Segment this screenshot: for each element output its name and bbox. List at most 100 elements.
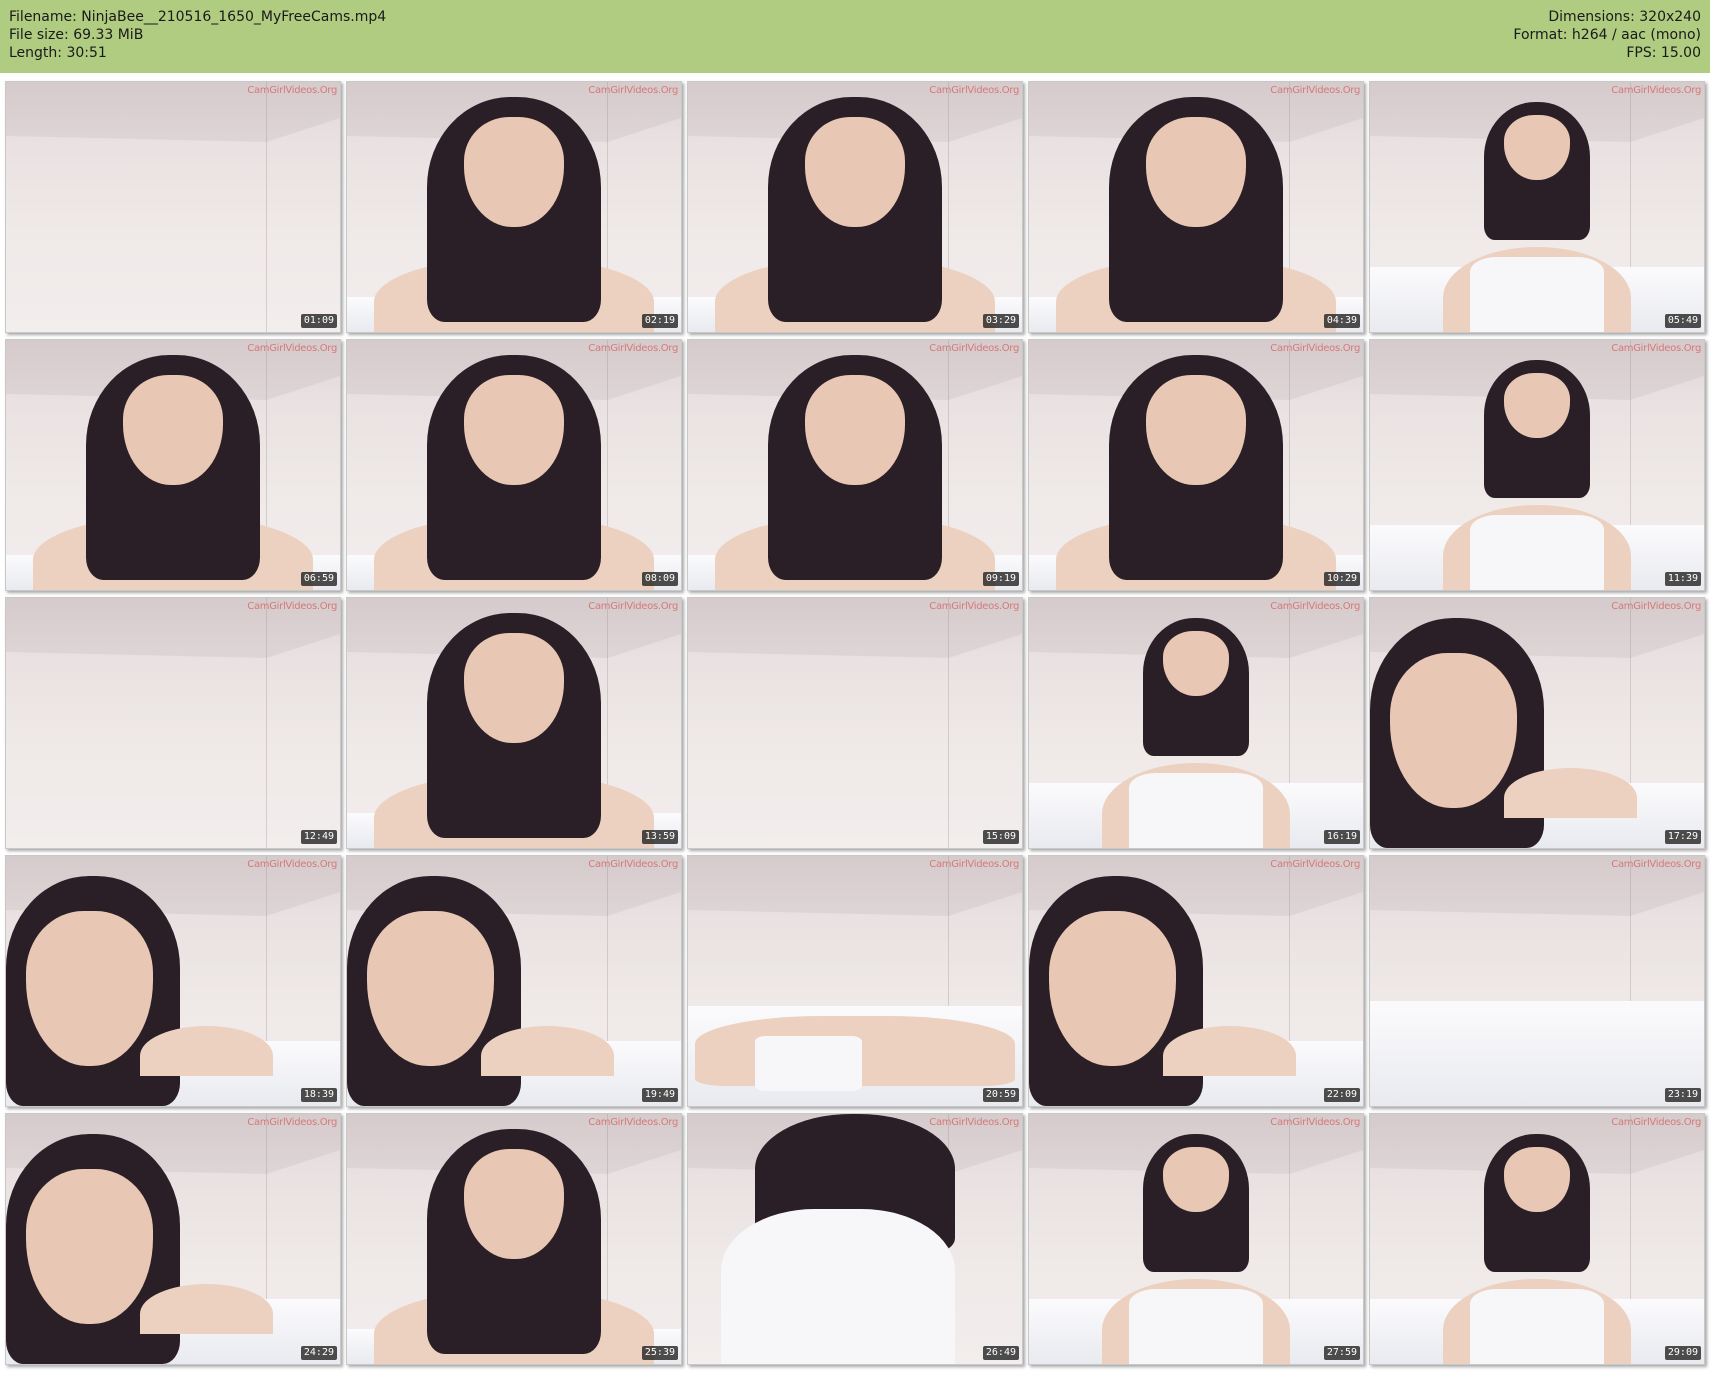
watermark: CamGirlVideos.Org xyxy=(588,601,678,612)
video-thumbnail[interactable]: CamGirlVideos.Org 08:09 xyxy=(346,339,682,591)
thumbnail-timestamp: 29:09 xyxy=(1664,1346,1701,1360)
thumbnail-timestamp: 13:59 xyxy=(641,830,678,844)
frame-figure-face xyxy=(1503,114,1571,180)
video-thumbnail[interactable]: CamGirlVideos.Org 23:19 xyxy=(1369,855,1705,1107)
thumbnail-timestamp: 05:49 xyxy=(1664,314,1701,328)
watermark: CamGirlVideos.Org xyxy=(1270,85,1360,96)
thumbnail-timestamp: 24:29 xyxy=(300,1346,337,1360)
watermark: CamGirlVideos.Org xyxy=(588,859,678,870)
fps-label: FPS: 15.00 xyxy=(1626,45,1701,61)
thumbnail-timestamp: 01:09 xyxy=(300,314,337,328)
thumbnail-timestamp: 08:09 xyxy=(641,572,678,586)
watermark: CamGirlVideos.Org xyxy=(929,85,1019,96)
frame-figure-top xyxy=(1470,1289,1604,1364)
frame-figure-top xyxy=(1129,1289,1263,1364)
thumbnail-timestamp: 25:39 xyxy=(641,1346,678,1360)
format-label: Format: h264 / aac (mono) xyxy=(1513,27,1701,43)
watermark: CamGirlVideos.Org xyxy=(1270,1117,1360,1128)
watermark: CamGirlVideos.Org xyxy=(247,85,337,96)
watermark: CamGirlVideos.Org xyxy=(929,343,1019,354)
video-thumbnail[interactable]: CamGirlVideos.Org 05:49 xyxy=(1369,81,1705,333)
thumbnail-grid: CamGirlVideos.Org 01:09 CamGirlVideos.Org 0… xyxy=(0,81,1710,1365)
video-thumbnail[interactable]: CamGirlVideos.Org 22:09 xyxy=(1028,855,1364,1107)
video-thumbnail[interactable]: CamGirlVideos.Org 16:19 xyxy=(1028,597,1364,849)
thumbnail-timestamp: 15:09 xyxy=(982,830,1019,844)
dimensions-label: Dimensions: 320x240 xyxy=(1548,9,1701,25)
watermark: CamGirlVideos.Org xyxy=(929,601,1019,612)
thumbnail-timestamp: 16:19 xyxy=(1323,830,1360,844)
video-thumbnail[interactable]: CamGirlVideos.Org 29:09 xyxy=(1369,1113,1705,1365)
watermark: CamGirlVideos.Org xyxy=(1270,601,1360,612)
thumbnail-timestamp: 22:09 xyxy=(1323,1088,1360,1102)
video-thumbnail[interactable]: CamGirlVideos.Org 04:39 xyxy=(1028,81,1364,333)
thumbnail-timestamp: 26:49 xyxy=(982,1346,1019,1360)
frame-figure-towel xyxy=(721,1209,956,1364)
frame-figure-face xyxy=(1162,1146,1230,1212)
thumbnail-timestamp: 18:39 xyxy=(300,1088,337,1102)
video-thumbnail[interactable]: CamGirlVideos.Org 01:09 xyxy=(5,81,341,333)
thumbnail-timestamp: 04:39 xyxy=(1323,314,1360,328)
thumbnail-timestamp: 02:19 xyxy=(641,314,678,328)
frame-figure-face xyxy=(367,911,494,1066)
thumbnail-timestamp: 03:29 xyxy=(982,314,1019,328)
header-left-info: Filename: NinjaBee__210516_1650_MyFreeCa… xyxy=(9,8,386,62)
watermark: CamGirlVideos.Org xyxy=(588,343,678,354)
thumbnail-timestamp: 17:29 xyxy=(1664,830,1701,844)
thumbnail-timestamp: 19:49 xyxy=(641,1088,678,1102)
watermark: CamGirlVideos.Org xyxy=(1611,85,1701,96)
thumbnail-timestamp: 06:59 xyxy=(300,572,337,586)
video-thumbnail[interactable]: CamGirlVideos.Org 26:49 xyxy=(687,1113,1023,1365)
frame-figure-top xyxy=(1129,773,1263,848)
frame-figure-face xyxy=(26,1169,153,1324)
frame-figure-face xyxy=(1503,372,1571,438)
thumbnail-timestamp: 27:59 xyxy=(1323,1346,1360,1360)
video-thumbnail[interactable]: CamGirlVideos.Org 15:09 xyxy=(687,597,1023,849)
watermark: CamGirlVideos.Org xyxy=(929,859,1019,870)
thumbnail-timestamp: 20:59 xyxy=(982,1088,1019,1102)
frame-figure-face xyxy=(26,911,153,1066)
video-thumbnail[interactable]: CamGirlVideos.Org 02:19 xyxy=(346,81,682,333)
frame-figure-face xyxy=(1503,1146,1571,1212)
watermark: CamGirlVideos.Org xyxy=(1611,343,1701,354)
watermark: CamGirlVideos.Org xyxy=(247,1117,337,1128)
frame-figure-top xyxy=(1470,515,1604,590)
video-thumbnail[interactable]: CamGirlVideos.Org 20:59 xyxy=(687,855,1023,1107)
video-thumbnail[interactable]: CamGirlVideos.Org 25:39 xyxy=(346,1113,682,1365)
watermark: CamGirlVideos.Org xyxy=(1270,343,1360,354)
watermark: CamGirlVideos.Org xyxy=(929,1117,1019,1128)
video-thumbnail[interactable]: CamGirlVideos.Org 06:59 xyxy=(5,339,341,591)
thumbnail-timestamp: 11:39 xyxy=(1664,572,1701,586)
frame-wall-corner xyxy=(265,598,267,848)
thumbnail-timestamp: 10:29 xyxy=(1323,572,1360,586)
video-thumbnail[interactable]: CamGirlVideos.Org 03:29 xyxy=(687,81,1023,333)
video-thumbnail[interactable]: CamGirlVideos.Org 24:29 xyxy=(5,1113,341,1365)
watermark: CamGirlVideos.Org xyxy=(247,859,337,870)
video-thumbnail[interactable]: CamGirlVideos.Org 09:19 xyxy=(687,339,1023,591)
frame-figure-face xyxy=(1162,630,1230,696)
watermark: CamGirlVideos.Org xyxy=(247,601,337,612)
thumbnail-timestamp: 09:19 xyxy=(982,572,1019,586)
watermark: CamGirlVideos.Org xyxy=(588,1117,678,1128)
video-thumbnail[interactable]: CamGirlVideos.Org 11:39 xyxy=(1369,339,1705,591)
thumbnail-timestamp: 23:19 xyxy=(1664,1088,1701,1102)
video-thumbnail[interactable]: CamGirlVideos.Org 10:29 xyxy=(1028,339,1364,591)
frame-bed xyxy=(1370,1001,1704,1106)
video-thumbnail[interactable]: CamGirlVideos.Org 13:59 xyxy=(346,597,682,849)
watermark: CamGirlVideos.Org xyxy=(588,85,678,96)
watermark: CamGirlVideos.Org xyxy=(1270,859,1360,870)
video-info-header: Filename: NinjaBee__210516_1650_MyFreeCa… xyxy=(0,0,1710,73)
video-thumbnail[interactable]: CamGirlVideos.Org 17:29 xyxy=(1369,597,1705,849)
frame-figure-top xyxy=(754,1036,862,1091)
video-thumbnail[interactable]: CamGirlVideos.Org 12:49 xyxy=(5,597,341,849)
frame-wall-corner xyxy=(265,82,267,332)
video-thumbnail[interactable]: CamGirlVideos.Org 19:49 xyxy=(346,855,682,1107)
length-label: Length: 30:51 xyxy=(9,45,107,61)
video-thumbnail[interactable]: CamGirlVideos.Org 18:39 xyxy=(5,855,341,1107)
frame-wall-corner xyxy=(947,598,949,848)
filename-label: Filename: NinjaBee__210516_1650_MyFreeCa… xyxy=(9,9,387,25)
thumbnail-timestamp: 12:49 xyxy=(300,830,337,844)
video-thumbnail[interactable]: CamGirlVideos.Org 27:59 xyxy=(1028,1113,1364,1365)
frame-figure-top xyxy=(1470,257,1604,332)
watermark: CamGirlVideos.Org xyxy=(247,343,337,354)
watermark: CamGirlVideos.Org xyxy=(1611,601,1701,612)
